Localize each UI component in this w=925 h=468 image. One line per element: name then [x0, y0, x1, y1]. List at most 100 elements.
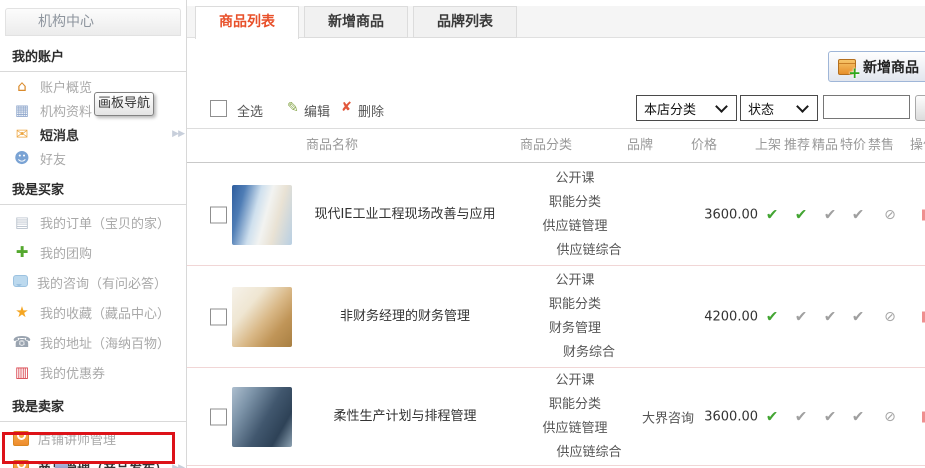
category-line: 公开课 [515, 369, 635, 393]
flag-featured-icon[interactable]: ✔ [824, 409, 837, 424]
column-header: 特价 [840, 129, 866, 163]
tab-product-list[interactable]: 商品列表 [195, 6, 299, 39]
flag-on-shelf-icon[interactable]: ✔ [766, 409, 779, 424]
flag-no-sale-icon[interactable]: ⊘ [884, 310, 896, 324]
sidebar-item[interactable]: ☻好友 [0, 146, 186, 170]
content-area: 商品列表新增商品品牌列表 新增商品 全选 ✎ 编辑 ✘ 删除 本店分类 状态 商… [187, 0, 925, 468]
tab-brand-list[interactable]: 品牌列表 [413, 6, 517, 38]
chevron-down-icon [715, 100, 728, 113]
shop-bag-icon [13, 460, 29, 468]
sidebar-section-title: 我是卖家 [0, 387, 186, 422]
sidebar-item[interactable]: ▥我的优惠券 [0, 357, 186, 387]
flag-special-price-icon[interactable]: ✔ [852, 309, 865, 324]
product-name[interactable]: 现代IE工业工程现场改善与应用 [305, 205, 505, 225]
product-price: 3600.00 [667, 207, 758, 222]
row-checkbox[interactable] [210, 408, 227, 425]
add-product-icon [838, 59, 856, 75]
product-price: 3600.00 [667, 409, 758, 424]
row-checkbox[interactable] [210, 308, 227, 325]
flag-special-price-icon[interactable]: ✔ [852, 207, 865, 222]
add-product-label: 新增商品 [863, 57, 919, 77]
flag-recommend-icon[interactable]: ✔ [795, 309, 808, 324]
category-line: 供应链综合 [529, 441, 649, 465]
edit-pencil-icon[interactable]: ✎ [287, 100, 299, 116]
flag-no-sale-icon[interactable]: ⊘ [884, 410, 896, 424]
category-line: 职能分类 [515, 393, 635, 417]
sidebar-item[interactable]: ⌂账户概览 [0, 74, 186, 98]
flag-on-shelf-icon[interactable]: ✔ [766, 309, 779, 324]
category-line: 供应链综合 [529, 239, 649, 263]
column-header: 价格 [691, 129, 717, 163]
category-line: 财务综合 [529, 341, 649, 365]
tab-add-product[interactable]: 新增商品 [304, 6, 408, 38]
sidebar-item[interactable]: ▤我的订单（宝贝的家） [0, 207, 186, 237]
column-header: 禁售 [868, 129, 894, 163]
sidebar-item-label: 短消息 [40, 125, 79, 144]
sidebar-item[interactable]: ★我的收藏（藏品中心） [0, 297, 186, 327]
product-image[interactable] [232, 185, 292, 245]
sidebar-item[interactable]: ☎我的地址（海纳百物） [0, 327, 186, 357]
sidebar-item[interactable]: ▦ 机构资料 [0, 98, 186, 122]
row-checkbox[interactable] [210, 206, 227, 223]
product-name[interactable]: 柔性生产计划与排程管理 [305, 407, 505, 427]
flag-no-sale-icon[interactable]: ⊘ [884, 208, 896, 222]
partial-sidebar-icon [55, 463, 68, 468]
groupbuy-icon: ✚ [13, 245, 31, 260]
flag-special-price-icon[interactable]: ✔ [852, 409, 865, 424]
sidebar: 机构中心 我的账户⌂账户概览▦机构资料✉短消息▶▶☻好友我是买家▤我的订单（宝贝… [0, 0, 187, 468]
product-name[interactable]: 非财务经理的财务管理 [305, 307, 505, 327]
column-header: 上架 [755, 129, 781, 163]
sidebar-section-list: ⌂账户概览▦机构资料✉短消息▶▶☻好友 [0, 72, 186, 170]
flag-featured-icon[interactable]: ✔ [824, 207, 837, 222]
add-product-button[interactable]: 新增商品 [828, 51, 925, 82]
product-price: 4200.00 [667, 309, 758, 324]
sidebar-item[interactable]: 我的咨询（有问必答） [0, 267, 186, 297]
sidebar-item-label: 好友 [40, 149, 66, 168]
search-input[interactable] [823, 95, 910, 119]
select-all-checkbox[interactable] [210, 100, 227, 117]
sidebar-section-list: ▤我的订单（宝贝的家） ✚ 我的团购我的咨询（有问必答） ★我的收藏（藏品中心）☎我的… [0, 205, 186, 387]
delete-label[interactable]: 删除 [358, 101, 384, 120]
sidebar-section-title: 我是买家 [0, 170, 186, 205]
nav-tooltip: 画板导航 [94, 92, 154, 116]
category-line: 供应链管理 [515, 215, 635, 239]
flag-recommend-icon[interactable]: ✔ [795, 409, 808, 424]
product-categories: 公开课职能分类供应链管理供应链综合 [515, 167, 635, 263]
table-header-row: 商品名称商品分类品牌价格上架推荐精品特价禁售操作 [187, 128, 925, 163]
status-select[interactable]: 状态 [740, 95, 818, 121]
store-category-select[interactable]: 本店分类 [636, 95, 737, 121]
category-line: 财务管理 [515, 317, 635, 341]
double-arrow-icon: ▶▶ [172, 463, 184, 468]
category-line: 职能分类 [515, 191, 635, 215]
sidebar-section-list: 店铺讲师管理商品管理（产品发布）▶▶ [0, 422, 186, 468]
category-line: 公开课 [515, 167, 635, 191]
column-header: 推荐 [784, 129, 810, 163]
product-image[interactable] [232, 387, 292, 447]
flag-featured-icon[interactable]: ✔ [824, 309, 837, 324]
sidebar-item-label: 我的订单（宝贝的家） [40, 213, 170, 232]
search-button-partial[interactable] [915, 95, 925, 121]
sidebar-item[interactable]: ✚ 我的团购 [0, 237, 186, 267]
column-header: 商品分类 [520, 129, 572, 163]
sidebar-item[interactable]: 商品管理（产品发布）▶▶ [0, 453, 186, 468]
sidebar-item-label: 我的团购 [40, 243, 92, 262]
product-categories: 公开课职能分类财务管理财务综合 [515, 269, 635, 365]
column-header: 品牌 [627, 129, 653, 163]
sidebar-item-label: 我的咨询（有问必答） [37, 273, 167, 292]
edit-label[interactable]: 编辑 [304, 101, 330, 120]
delete-x-icon[interactable]: ✘ [341, 100, 352, 115]
sidebar-item-label: 店铺讲师管理 [38, 429, 116, 448]
product-image[interactable] [232, 287, 292, 347]
id-card-icon: ▦ [13, 103, 31, 118]
status-select-value: 状态 [748, 99, 774, 118]
sidebar-item[interactable]: 店铺讲师管理 [0, 424, 186, 453]
category-line: 供应链管理 [515, 417, 635, 441]
flag-recommend-icon[interactable]: ✔ [795, 207, 808, 222]
sidebar-item[interactable]: ✉短消息▶▶ [0, 122, 186, 146]
table-row: 现代IE工业工程现场改善与应用公开课职能分类供应链管理供应链综合 3600.00 ✔… [187, 164, 925, 266]
flag-on-shelf-icon[interactable]: ✔ [766, 207, 779, 222]
table-row: 非财务经理的财务管理公开课职能分类财务管理财务综合 4200.00 ✔ ✔ ✔ ✔ ⊘ [187, 266, 925, 368]
envelope-icon: ✉ [13, 127, 31, 142]
sidebar-item-label: 机构资料 [40, 101, 92, 120]
select-all-label[interactable]: 全选 [237, 101, 263, 120]
